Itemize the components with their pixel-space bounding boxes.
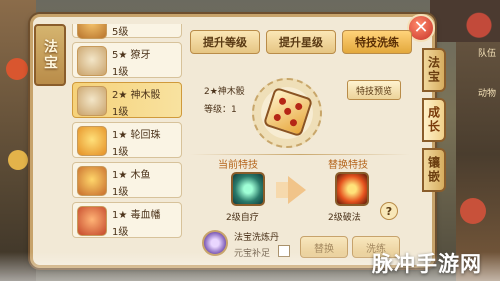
background-right-hud [456,0,500,281]
dice-icon [77,86,107,116]
artifact-level: 1级 [112,147,129,158]
panel-title: 法宝 [34,24,66,86]
artifact-icon [77,46,107,76]
list-item[interactable]: 5级 [72,24,182,39]
background-orb [6,58,28,80]
artifact-icon [77,206,107,236]
artifact-name: 2★ 神木骰 [112,90,161,101]
close-icon: ✕ [413,17,429,38]
list-item[interactable]: 1★ 毒血幡 1级 [72,202,182,238]
artifact-icon [77,24,107,39]
artifact-name: 1★ 木鱼 [112,170,151,181]
artifact-name: 5★ 獠牙 [112,50,151,61]
side-tab-artifact[interactable]: 法宝 [422,48,446,92]
artifact-level: 1级 [112,107,129,118]
tab-skill-wash[interactable]: 特技洗练 [342,30,412,54]
artifact-name: 1★ 毒血幡 [112,210,161,221]
skill-preview-button[interactable]: 特技预览 [347,80,401,100]
background-label-team: 队伍 [477,49,496,59]
replace-skill-label: 替换特技 [328,160,368,171]
help-button[interactable]: ? [380,202,398,220]
artifact-level: 1级 [112,227,129,238]
break-spell-skill-icon[interactable] [335,172,369,206]
list-item[interactable]: 1★ 木鱼 1级 [72,162,182,198]
artifact-icon [77,126,107,156]
side-tab-inlay[interactable]: 镶嵌 [422,148,446,192]
current-skill-name: 2级自疗 [226,213,259,223]
background-label-animal: 动物 [477,89,496,99]
artifact-detail-name: 2★神木骰 [204,87,245,97]
current-skill-label: 当前特技 [218,160,258,171]
list-item[interactable]: 1★ 轮回珠 1级 [72,122,182,158]
artifact-list[interactable]: 5级 5★ 獠牙 1级 2★ 神木骰 1级 1★ 轮回珠 1级 1★ 木鱼 1级… [72,24,184,262]
background-orb [8,150,28,170]
help-icon: ? [385,204,393,218]
tab-upgrade-star[interactable]: 提升星级 [266,30,336,54]
artifact-detail: 提升等级 提升星级 特技洗练 2★神木骰 等级：1 特技预览 当前特技 替换特技… [190,24,412,262]
arrow-right-icon [288,176,306,204]
background-avatar [430,0,500,42]
artifact-name: 1★ 轮回珠 [112,130,161,141]
side-tab-growth[interactable]: 成长 [422,98,446,142]
background-orb [460,198,486,224]
artifact-level: 1级 [112,67,129,78]
replace-skill-name: 2级破法 [328,213,361,223]
divider [190,154,410,155]
artifact-name: 5级 [112,27,129,38]
artifact-detail-level: 等级：1 [204,105,237,115]
heal-skill-icon[interactable] [231,172,265,206]
artifact-icon [77,166,107,196]
watermark: 脉冲手游网 [372,252,482,276]
wash-item-name: 法宝洗炼丹 [234,233,280,243]
tab-upgrade-level[interactable]: 提升等级 [190,30,260,54]
artifact-level: 1级 [112,187,129,198]
list-item[interactable]: 5★ 獠牙 1级 [72,42,182,78]
list-item-selected[interactable]: 2★ 神木骰 1级 [72,82,182,118]
